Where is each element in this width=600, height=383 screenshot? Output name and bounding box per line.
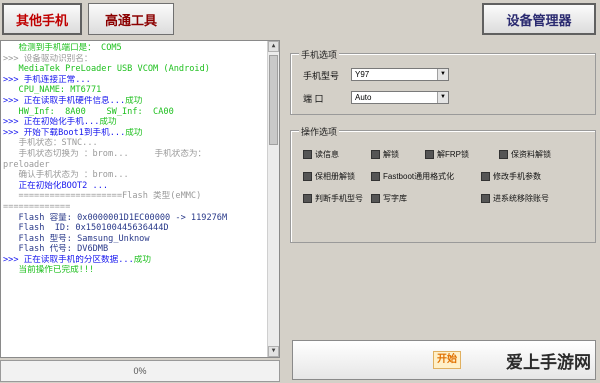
op-remove-account[interactable]: 进系统移除账号	[481, 193, 549, 204]
op-keep-album-unlock[interactable]: 保相册解锁	[303, 171, 355, 182]
progress-bar: 0%	[0, 360, 280, 382]
log-line: 正在初始化BOOT2 ...	[3, 180, 109, 191]
op-read-info[interactable]: 读信息	[303, 149, 339, 160]
scroll-down-arrow-icon[interactable]: ▼	[268, 346, 279, 357]
checkbox[interactable]	[499, 150, 508, 159]
log-line: CPU_NAME: MT6771	[3, 85, 102, 96]
port-label: 端 口	[303, 94, 324, 104]
scroll-thumb[interactable]	[269, 55, 278, 145]
log-line: HW_Inf: 8A00 SW_Inf: CA00	[3, 106, 174, 117]
chevron-down-icon[interactable]: ▼	[437, 69, 448, 80]
log-line: 手机状态切换为 ：brom... 手机状态为：	[3, 148, 207, 159]
log-status: 成功	[99, 117, 117, 128]
watermark: 爱上手游网	[506, 353, 591, 373]
op-modify-params[interactable]: 修改手机参数	[481, 171, 541, 182]
log-line: ====================Flash 类型(eMMC)	[3, 191, 202, 202]
op-unlock-frp[interactable]: 解FRP锁	[425, 149, 469, 160]
checkbox[interactable]	[371, 150, 380, 159]
chevron-down-icon[interactable]: ▼	[437, 92, 448, 103]
checkbox[interactable]	[303, 150, 312, 159]
start-button[interactable]: 开始 爱上手游网	[292, 340, 596, 380]
checkbox[interactable]	[481, 194, 490, 203]
phone-options-group: 手机选项 手机型号 Y97 ▼ 端 口 Auto ▼	[290, 48, 596, 115]
checkbox[interactable]	[303, 172, 312, 181]
checkbox[interactable]	[481, 172, 490, 181]
scroll-up-arrow-icon[interactable]: ▲	[268, 41, 279, 52]
op-write-font[interactable]: 写字库	[371, 193, 407, 204]
toolbar: 其他手机 高通工具 设备管理器	[0, 0, 600, 40]
checkbox[interactable]	[425, 150, 434, 159]
log-scrollbar[interactable]: ▲ ▼	[267, 41, 279, 357]
log-line: >>> 正在读取手机硬件信息...成功	[3, 95, 143, 106]
log-status: 成功	[125, 127, 143, 138]
log-line: 手机状态：STNC...	[3, 138, 98, 149]
log-line: Flash 容量: 0x0000001D1EC00000 -> 119276M	[3, 212, 228, 223]
phone-options-title: 手机选项	[299, 48, 340, 61]
device-manager-button[interactable]: 设备管理器	[482, 3, 596, 35]
log-line: Flash 型号: Samsung_Unknow	[3, 233, 150, 244]
port-select-value: Auto	[355, 93, 372, 102]
checkbox[interactable]	[303, 194, 312, 203]
model-select[interactable]: Y97 ▼	[351, 68, 449, 81]
qualcomm-tool-button[interactable]: 高通工具	[88, 3, 174, 35]
model-select-value: Y97	[355, 70, 370, 79]
log-status: 成功	[133, 254, 151, 265]
start-button-label: 开始	[433, 351, 461, 369]
log-line: =============	[3, 201, 71, 212]
log-line: >>> 手机连接正常...	[3, 74, 91, 85]
port-select[interactable]: Auto ▼	[351, 91, 449, 104]
log-line: >>> 设备驱动识别名：	[3, 53, 93, 64]
log-status: 成功	[125, 95, 143, 106]
checkbox[interactable]	[371, 194, 380, 203]
op-unlock[interactable]: 解锁	[371, 149, 399, 160]
log-line: >>> 开始下载Boot1到手机...成功	[3, 127, 143, 138]
operations-group: 操作选项 读信息 解锁 解FRP锁 保资料解锁 保相册解锁 Fastboot通用…	[290, 125, 596, 243]
log-line: Flash ID: 0x150100445636444D	[3, 223, 169, 234]
options-panel: 手机选项 手机型号 Y97 ▼ 端 口 Auto ▼ 操作选项 读信息 解锁 解…	[286, 40, 600, 383]
op-keep-data-unlock[interactable]: 保资料解锁	[499, 149, 551, 160]
log-line: 确认手机状态为 ：brom...	[3, 170, 129, 181]
log-line: Flash 代号: DV6DMB	[3, 244, 109, 255]
log-line: MediaTek PreLoader USB VCOM (Android)	[3, 64, 210, 75]
progress-label: 0%	[133, 366, 147, 376]
log-line: 当前操作已完成!!!	[3, 265, 95, 276]
log-line: preloader	[3, 159, 50, 170]
other-phone-button[interactable]: 其他手机	[2, 3, 82, 35]
op-fastboot-format[interactable]: Fastboot通用格式化	[371, 171, 454, 182]
log-panel[interactable]: 检测到手机端口是： COM5 >>> 设备驱动识别名： MediaTek PreL…	[0, 40, 280, 358]
log-lines: 检测到手机端口是： COM5 >>> 设备驱动识别名： MediaTek PreL…	[3, 43, 268, 276]
checkbox[interactable]	[371, 172, 380, 181]
log-line: 检测到手机端口是： COM5	[3, 43, 122, 53]
log-line: >>> 正在读取手机的分区数据...成功	[3, 254, 151, 265]
model-label: 手机型号	[303, 71, 340, 81]
operations-title: 操作选项	[299, 125, 340, 138]
op-detect-model[interactable]: 判断手机型号	[303, 193, 363, 204]
log-line: >>> 正在初始化手机...成功	[3, 117, 117, 128]
